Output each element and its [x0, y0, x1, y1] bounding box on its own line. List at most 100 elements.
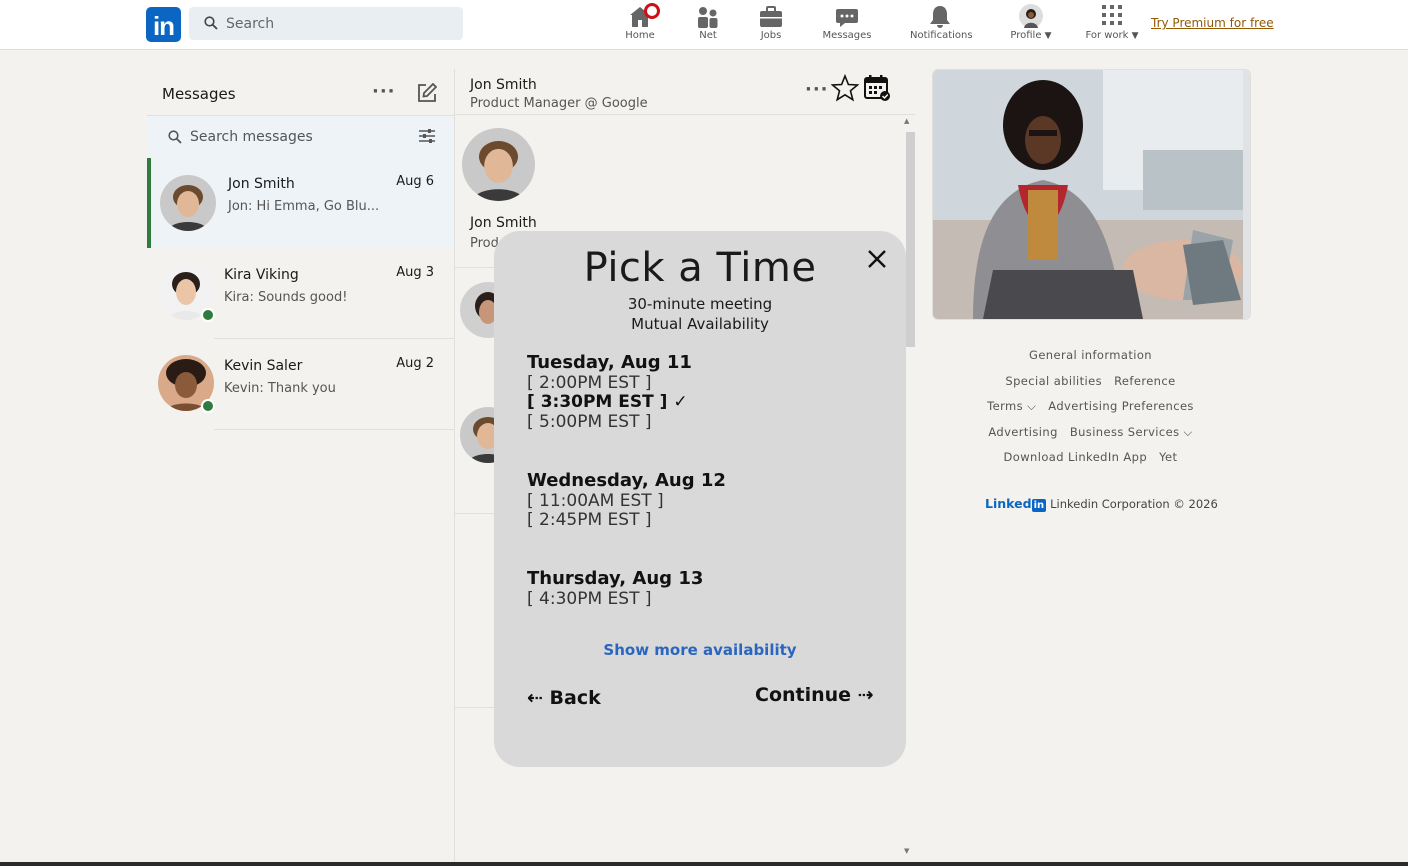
divider [214, 338, 454, 339]
nav-label: Notifications [910, 30, 973, 41]
more-options-icon[interactable]: ··· [805, 79, 829, 100]
try-premium-link[interactable]: Try Premium for free [1151, 16, 1274, 30]
footer-link-business-services[interactable]: Business Services ⌵ [1070, 425, 1193, 439]
grid-icon [1085, 3, 1139, 29]
nav-label: Messages [822, 30, 872, 41]
footer-copyright: Linked in Linkedin Corporation © 2026 [985, 496, 1218, 512]
footer-row: Advertising Business Services ⌵ [932, 425, 1249, 440]
caret-down-icon: ▼ [1131, 31, 1139, 41]
conversation-item[interactable]: Kira Viking Aug 3 Kira: Sounds good! [147, 249, 454, 339]
avatar[interactable] [462, 128, 535, 201]
briefcase-icon [756, 3, 786, 29]
day-heading: Tuesday, Aug 11 [527, 352, 692, 373]
back-button[interactable]: ⇠ Back [527, 687, 601, 709]
conversation-name: Kevin Saler [224, 358, 303, 374]
network-icon [693, 3, 723, 29]
nav-jobs[interactable]: Jobs [756, 3, 786, 45]
notification-badge [644, 3, 660, 19]
scrollbar-thumb[interactable] [906, 132, 915, 347]
dialog-title: Pick a Time [583, 245, 817, 291]
nav-label: Net [699, 30, 717, 41]
nav-for-work[interactable]: For work ▼ [1085, 3, 1139, 45]
day-heading: Thursday, Aug 13 [527, 568, 704, 589]
divider [214, 429, 454, 430]
continue-button[interactable]: Continue ⇢ [755, 684, 874, 706]
nav-profile-label: Profile [1010, 30, 1042, 41]
chat-profile-name[interactable]: Jon Smith [470, 215, 537, 231]
copyright-text: Linkedin Corporation © 2026 [1050, 497, 1218, 511]
conversation-preview: Kira: Sounds good! [224, 290, 348, 305]
nav-label: Jobs [760, 30, 782, 41]
compose-icon[interactable] [417, 83, 437, 103]
scroll-up-arrow-icon[interactable]: ▲ [904, 117, 909, 125]
nav-label: For work ▼ [1085, 30, 1139, 41]
close-icon[interactable] [866, 248, 888, 270]
messages-header: Messages ··· [147, 69, 454, 116]
global-search[interactable] [189, 7, 463, 40]
avatar [160, 175, 216, 231]
footer-brand-logo: in [1031, 499, 1047, 512]
footer-link-special-abilities[interactable]: Special abilities [1005, 374, 1102, 388]
nav-home[interactable]: Home [620, 3, 660, 45]
conversation-item[interactable]: Kevin Saler Aug 2 Kevin: Thank you [147, 340, 454, 430]
meeting-length: 30-minute meeting [627, 295, 773, 313]
time-slot[interactable]: [ 5:00PM EST ] [527, 412, 652, 432]
online-status-dot [201, 399, 215, 413]
caret-down-icon: ▼ [1044, 31, 1052, 41]
woman-with-laptop-image [933, 70, 1250, 319]
chat-contact-name[interactable]: Jon Smith [470, 77, 537, 93]
nav-network[interactable]: Net [693, 3, 723, 45]
time-slot[interactable]: [ 2:45PM EST ] [527, 510, 652, 530]
conversation-name: Jon Smith [228, 176, 295, 192]
footer-link-advertising[interactable]: Advertising [988, 425, 1057, 439]
availability-label: Mutual Availability [631, 315, 769, 333]
conversation-name: Kira Viking [224, 267, 299, 283]
scroll-down-arrow-icon[interactable]: ▼ [904, 847, 909, 855]
time-slot[interactable]: [ 2:00PM EST ] [527, 373, 652, 393]
nav-notifications[interactable]: Notifications [910, 3, 973, 45]
footer-row: Special abilities Reference [932, 374, 1249, 388]
chat-header: Jon Smith Product Manager @ Google ··· [455, 69, 915, 115]
messages-search[interactable]: Search messages [147, 116, 454, 158]
search-icon [204, 16, 218, 30]
footer-link-reference[interactable]: Reference [1114, 374, 1176, 388]
filter-icon[interactable] [419, 129, 435, 143]
time-slot-selected[interactable]: [ 3:30PM EST ] ✓ [527, 392, 688, 412]
messages-title: Messages [162, 85, 236, 103]
chat-contact-headline: Product Manager @ Google [470, 96, 648, 111]
conversation-item[interactable]: Jon Smith Aug 6 Jon: Hi Emma, Go Blu... [147, 158, 454, 248]
nav-messages[interactable]: Messages [822, 3, 872, 45]
nav-label: Home [625, 30, 655, 41]
footer-brand-text: Linked [985, 496, 1032, 511]
promo-image-card [932, 69, 1251, 320]
footer-link-general-information[interactable]: General information [1029, 348, 1152, 362]
time-slot[interactable]: [ 11:00AM EST ] [527, 491, 664, 511]
footer-link-advertising-preferences[interactable]: Advertising Preferences [1048, 399, 1194, 413]
messages-search-placeholder[interactable]: Search messages [190, 129, 313, 145]
footer-link-terms[interactable]: Terms ⌵ [987, 399, 1036, 413]
footer-row: General information [932, 348, 1249, 362]
calendar-check-icon[interactable] [864, 74, 891, 102]
star-icon[interactable] [831, 74, 859, 102]
time-slot[interactable]: [ 4:30PM EST ] [527, 589, 652, 609]
pick-a-time-dialog: Pick a Time 30-minute meeting Mutual Ava… [494, 231, 906, 767]
search-input[interactable] [226, 7, 446, 40]
online-status-dot [201, 308, 215, 322]
messages-icon [822, 3, 872, 29]
conversation-date: Aug 3 [396, 265, 434, 280]
footer-link-download-app[interactable]: Download LinkedIn App [1004, 450, 1148, 464]
show-more-availability-link[interactable]: Show more availability [494, 641, 906, 659]
conversation-preview: Kevin: Thank you [224, 381, 336, 396]
footer-link-yet[interactable]: Yet [1159, 450, 1177, 464]
linkedin-logo[interactable]: in [146, 7, 181, 42]
window-bottom-edge [0, 862, 1408, 866]
messages-panel: Messages ··· Search messages Jon Smith A… [147, 69, 455, 866]
day-heading: Wednesday, Aug 12 [527, 470, 726, 491]
conversation-date: Aug 2 [396, 356, 434, 371]
profile-avatar [1006, 3, 1056, 29]
bell-icon [910, 3, 970, 29]
nav-for-work-label: For work [1085, 30, 1129, 41]
more-options-icon[interactable]: ··· [372, 81, 396, 102]
nav-label: Profile ▼ [1006, 30, 1056, 41]
nav-profile[interactable]: Profile ▼ [1006, 3, 1056, 45]
